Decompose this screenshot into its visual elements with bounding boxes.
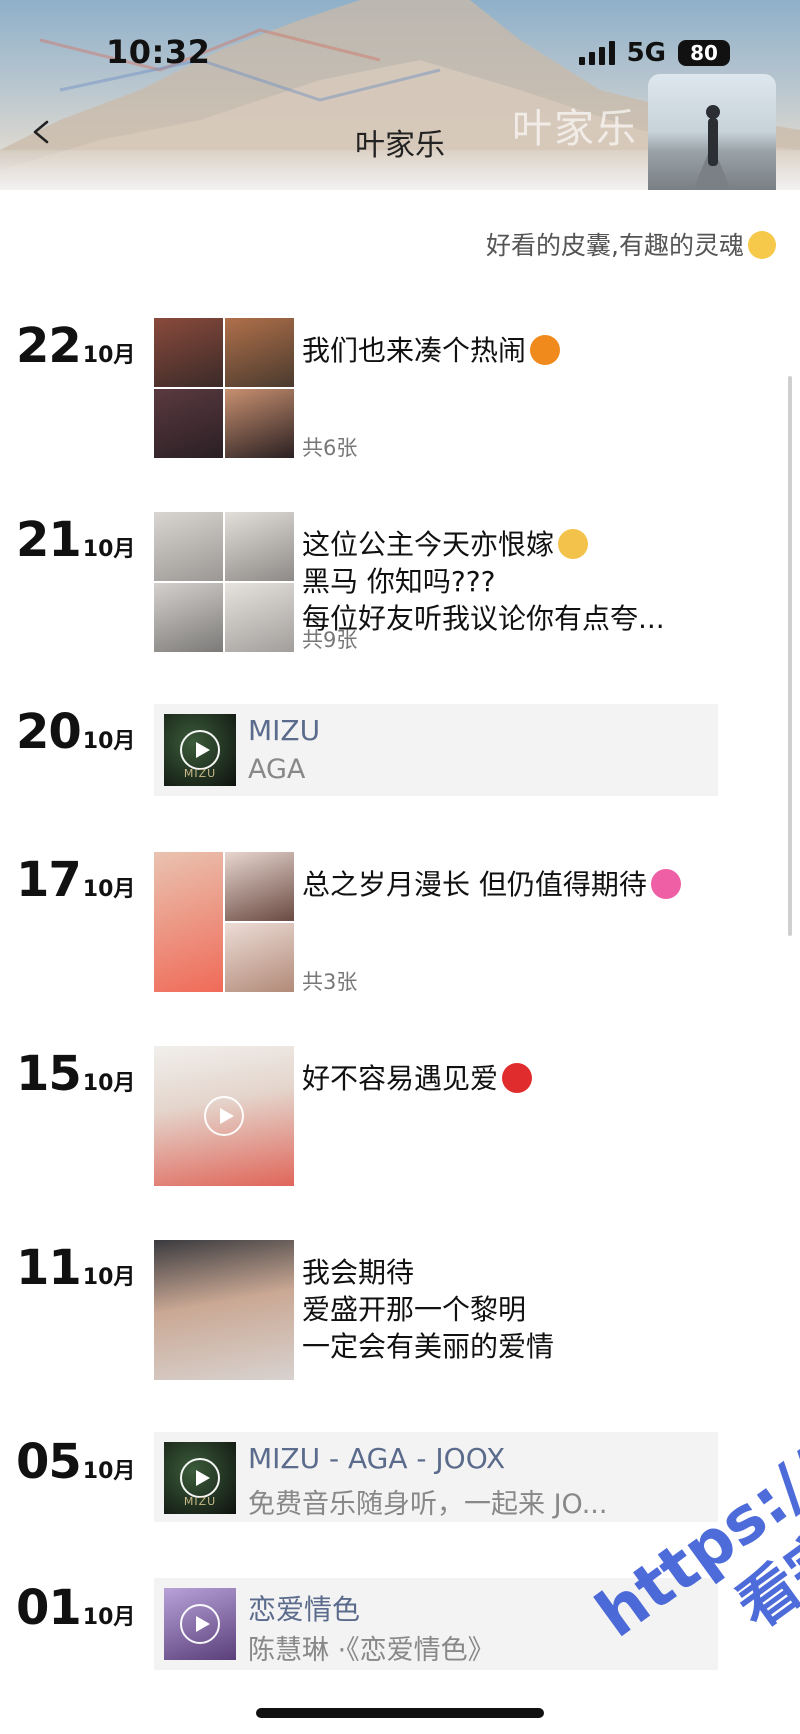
entry-text: 总之岁月漫长 但仍值得期待 (302, 866, 722, 903)
photo-thumbnail[interactable] (225, 923, 294, 992)
entry-date: 1510月 (16, 1046, 136, 1102)
play-icon[interactable] (180, 1604, 220, 1644)
photo-thumbnail[interactable] (225, 583, 294, 652)
entry-date: 1710月 (16, 852, 136, 908)
music-title: 恋爱情色 (248, 1593, 361, 1626)
profile-timeline-page: 10:32 5G 80 叶家乐 叶家乐 好看的皮囊,有趣的灵魂 2210月 我们… (0, 0, 800, 1734)
avatar-image (692, 105, 732, 190)
photo-thumbnail[interactable] (225, 389, 294, 458)
photo-thumbnail[interactable] (154, 1240, 294, 1380)
music-cover[interactable] (164, 1588, 236, 1660)
photo-thumbnail[interactable] (154, 512, 223, 581)
entry-date: 2010月 (16, 704, 136, 760)
entry-text: 我会期待 爱盛开那一个黎明 一定会有美丽的爱情 (302, 1256, 555, 1363)
photo-grid[interactable] (154, 852, 294, 992)
avatar[interactable] (648, 74, 776, 190)
profile-signature: 好看的皮囊,有趣的灵魂 (486, 226, 776, 262)
photo-thumbnail[interactable] (154, 389, 223, 458)
network-type: 5G (626, 38, 666, 68)
play-icon[interactable] (180, 730, 220, 770)
music-artist: 陈慧琳 ·《恋爱情色》 (248, 1635, 495, 1666)
profile-header: 10:32 5G 80 叶家乐 叶家乐 (0, 0, 800, 190)
music-title: MIZU (248, 714, 321, 747)
entry-text: 我们也来凑个热闹 (302, 332, 722, 369)
photo-count: 共3张 (302, 970, 358, 994)
battery-icon: 80 (678, 40, 730, 66)
photo-thumbnail[interactable] (154, 852, 223, 992)
music-cover[interactable]: MIZU (164, 1442, 236, 1514)
cellular-signal-icon (578, 41, 615, 65)
music-card[interactable]: 恋爱情色 陈慧琳 ·《恋爱情色》 (154, 1578, 718, 1670)
entry-text: 好不容易遇见爱 (302, 1060, 722, 1097)
entry-date: 2110月 (16, 512, 136, 568)
entry-date: 0110月 (16, 1580, 136, 1636)
two-hearts-emoji-icon (650, 869, 681, 899)
video-thumbnail[interactable] (154, 1046, 294, 1186)
scrollbar[interactable] (788, 376, 792, 936)
red-heart-emoji-icon (502, 1063, 533, 1093)
play-icon[interactable] (180, 1458, 220, 1498)
photo-thumbnail[interactable] (225, 512, 294, 581)
music-artist: AGA (248, 754, 306, 785)
woozy-face-emoji-icon (748, 231, 776, 259)
photo-grid[interactable] (154, 512, 294, 652)
entry-date: 0510月 (16, 1434, 136, 1490)
status-indicators: 5G 80 (578, 38, 730, 68)
music-title: MIZU - AGA - JOOX (248, 1442, 506, 1475)
music-cover[interactable]: MIZU (164, 714, 236, 786)
video-thumbnail-box[interactable] (154, 1046, 294, 1186)
photo-thumbnail[interactable] (225, 318, 294, 387)
entry-text: 这位公主今天亦恨嫁 黑马 你知吗??? 每位好友听我议论你有点夸... (302, 528, 665, 635)
music-card[interactable]: MIZU MIZU AGA (154, 704, 718, 796)
home-indicator[interactable] (256, 1708, 544, 1718)
photo-thumbnail[interactable] (154, 583, 223, 652)
entry-date: 2210月 (16, 318, 136, 374)
photo-grid[interactable] (154, 318, 294, 458)
entry-date: 1110月 (16, 1240, 136, 1296)
status-time: 10:32 (106, 33, 211, 71)
pumpkin-emoji-icon (530, 335, 561, 365)
photo-count: 共9张 (302, 628, 358, 652)
princess-emoji-icon (558, 529, 589, 559)
photo-thumbnail[interactable] (225, 852, 294, 921)
photo-thumbnail[interactable] (154, 318, 223, 387)
photo-count: 共6张 (302, 436, 358, 460)
music-source: 免费音乐随身听，一起来 JO... (248, 1489, 608, 1520)
play-icon[interactable] (204, 1096, 244, 1136)
photo-grid[interactable] (154, 1240, 294, 1380)
cover-name-overlay: 叶家乐 (512, 106, 638, 152)
music-card[interactable]: MIZU MIZU - AGA - JOOX 免费音乐随身听，一起来 JO... (154, 1432, 718, 1522)
